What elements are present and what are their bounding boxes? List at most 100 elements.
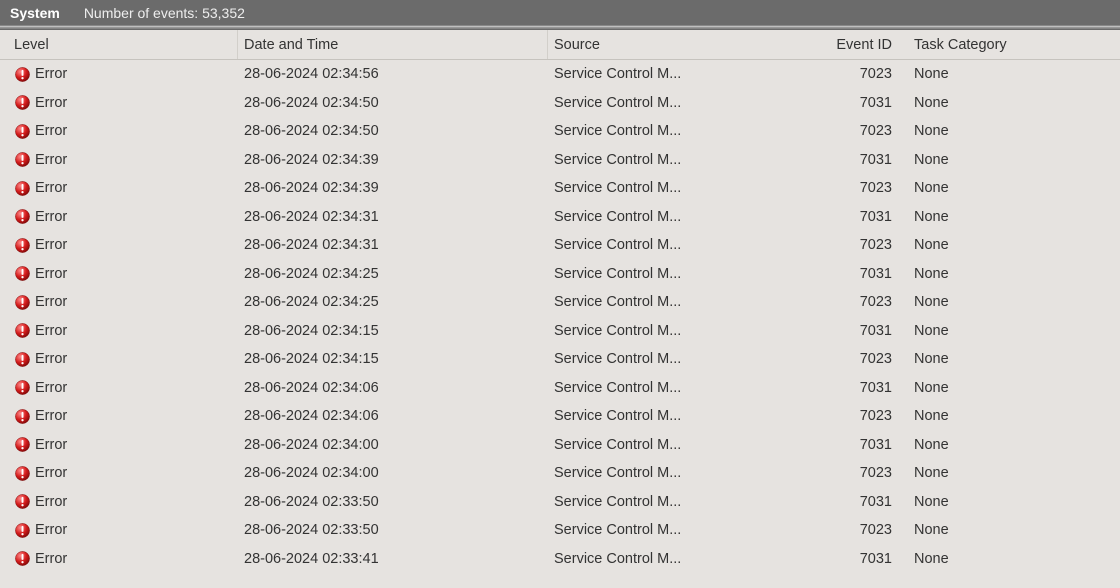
cell-eventid: 7031 [808,203,898,232]
cell-level: Error [8,374,238,403]
cell-taskcat: None [898,60,1108,89]
table-row[interactable]: Error28-06-2024 02:33:50Service Control … [0,516,1120,545]
level-text: Error [35,294,67,310]
table-row[interactable]: Error 28-06-2024 02:34:50Service Control … [0,89,1120,118]
cell-eventid: 7031 [808,545,898,574]
table-row[interactable]: Error28-06-2024 02:34:25Service Control … [0,288,1120,317]
error-icon [14,265,31,282]
cell-eventid: 7023 [808,231,898,260]
cell-source: Service Control M... [548,89,808,118]
cell-level: Error [8,89,238,118]
level-text: Error [35,351,67,367]
cell-taskcat: None [898,459,1108,488]
cell-date: 28-06-2024 02:34:50 [238,117,548,146]
table-row[interactable]: Error28-06-2024 02:34:25Service Control … [0,260,1120,289]
cell-eventid: 7023 [808,345,898,374]
cell-eventid: 7031 [808,488,898,517]
table-row[interactable]: Error28-06-2024 02:34:31Service Control … [0,203,1120,232]
table-row[interactable]: Error28-06-2024 02:34:39Service Control … [0,174,1120,203]
cell-source: Service Control M... [548,402,808,431]
cell-level: Error [8,288,238,317]
table-row[interactable]: Error28-06-2024 02:34:39Service Control … [0,146,1120,175]
cell-source: Service Control M... [548,231,808,260]
cell-source: Service Control M... [548,203,808,232]
table-row[interactable]: Error28-06-2024 02:34:15Service Control … [0,317,1120,346]
error-icon [14,465,31,482]
cell-taskcat: None [898,545,1108,574]
error-icon [14,379,31,396]
level-text: Error [35,237,67,253]
level-text: Error [35,494,67,510]
cell-date: 28-06-2024 02:33:41 [238,545,548,574]
cell-eventid: 7023 [808,117,898,146]
table-row[interactable]: Error28-06-2024 02:34:50Service Control … [0,117,1120,146]
column-header-eventid[interactable]: Event ID [808,30,898,59]
level-text: Error [35,95,67,111]
level-text: Error [35,408,67,424]
table-row[interactable]: Error 28-06-2024 02:34:06Service Control … [0,402,1120,431]
table-row[interactable]: Error28-06-2024 02:33:41Service Control … [0,545,1120,574]
cell-source: Service Control M... [548,374,808,403]
error-icon [14,294,31,311]
table-row[interactable]: Error28-06-2024 02:33:50Service Control … [0,488,1120,517]
error-icon [14,180,31,197]
cell-level: Error [8,317,238,346]
cell-source: Service Control M... [548,545,808,574]
error-icon [14,408,31,425]
cell-date: 28-06-2024 02:34:56 [238,60,548,89]
error-icon [14,123,31,140]
cell-eventid: 7031 [808,374,898,403]
cell-eventid: 7023 [808,516,898,545]
error-icon [14,94,31,111]
cell-level: Error [8,488,238,517]
cell-eventid: 7031 [808,146,898,175]
cell-taskcat: None [898,260,1108,289]
table-row[interactable]: Error 28-06-2024 02:34:00Service Control … [0,459,1120,488]
cell-eventid: 7023 [808,288,898,317]
cell-taskcat: None [898,345,1108,374]
cell-taskcat: None [898,203,1108,232]
cell-date: 28-06-2024 02:33:50 [238,516,548,545]
table-row[interactable]: Error28-06-2024 02:34:00Service Control … [0,431,1120,460]
cell-level: Error [8,203,238,232]
cell-level: Error [8,545,238,574]
log-name: System [10,5,60,21]
cell-eventid: 7031 [808,260,898,289]
cell-taskcat: None [898,402,1108,431]
cell-date: 28-06-2024 02:34:06 [238,374,548,403]
table-row[interactable]: Error 28-06-2024 02:34:06Service Control … [0,374,1120,403]
level-text: Error [35,465,67,481]
level-text: Error [35,180,67,196]
table-row[interactable]: Error28-06-2024 02:34:15Service Control … [0,345,1120,374]
cell-date: 28-06-2024 02:34:25 [238,260,548,289]
cell-eventid: 7023 [808,459,898,488]
level-text: Error [35,323,67,339]
column-header-source[interactable]: Source [548,30,808,59]
cell-date: 28-06-2024 02:34:00 [238,459,548,488]
cell-eventid: 7023 [808,402,898,431]
table-row[interactable]: Error28-06-2024 02:34:56Service Control … [0,60,1120,89]
cell-date: 28-06-2024 02:34:31 [238,231,548,260]
cell-level: Error [8,345,238,374]
cell-taskcat: None [898,488,1108,517]
column-header-row: Level Date and Time Source Event ID Task… [0,30,1120,60]
column-header-level[interactable]: Level [8,30,238,59]
cell-eventid: 7023 [808,60,898,89]
level-text: Error [35,380,67,396]
cell-taskcat: None [898,89,1108,118]
cell-level: Error [8,60,238,89]
cell-taskcat: None [898,231,1108,260]
cell-date: 28-06-2024 02:34:50 [238,89,548,118]
error-icon [14,436,31,453]
error-icon [14,522,31,539]
cell-source: Service Control M... [548,459,808,488]
cell-date: 28-06-2024 02:34:06 [238,402,548,431]
cell-taskcat: None [898,374,1108,403]
cell-source: Service Control M... [548,174,808,203]
table-row[interactable]: Error 28-06-2024 02:34:31Service Control … [0,231,1120,260]
cell-taskcat: None [898,117,1108,146]
column-header-date[interactable]: Date and Time [238,30,548,59]
event-list[interactable]: Error28-06-2024 02:34:56Service Control … [0,60,1120,573]
column-header-taskcat[interactable]: Task Category [898,30,1108,59]
cell-source: Service Control M... [548,60,808,89]
